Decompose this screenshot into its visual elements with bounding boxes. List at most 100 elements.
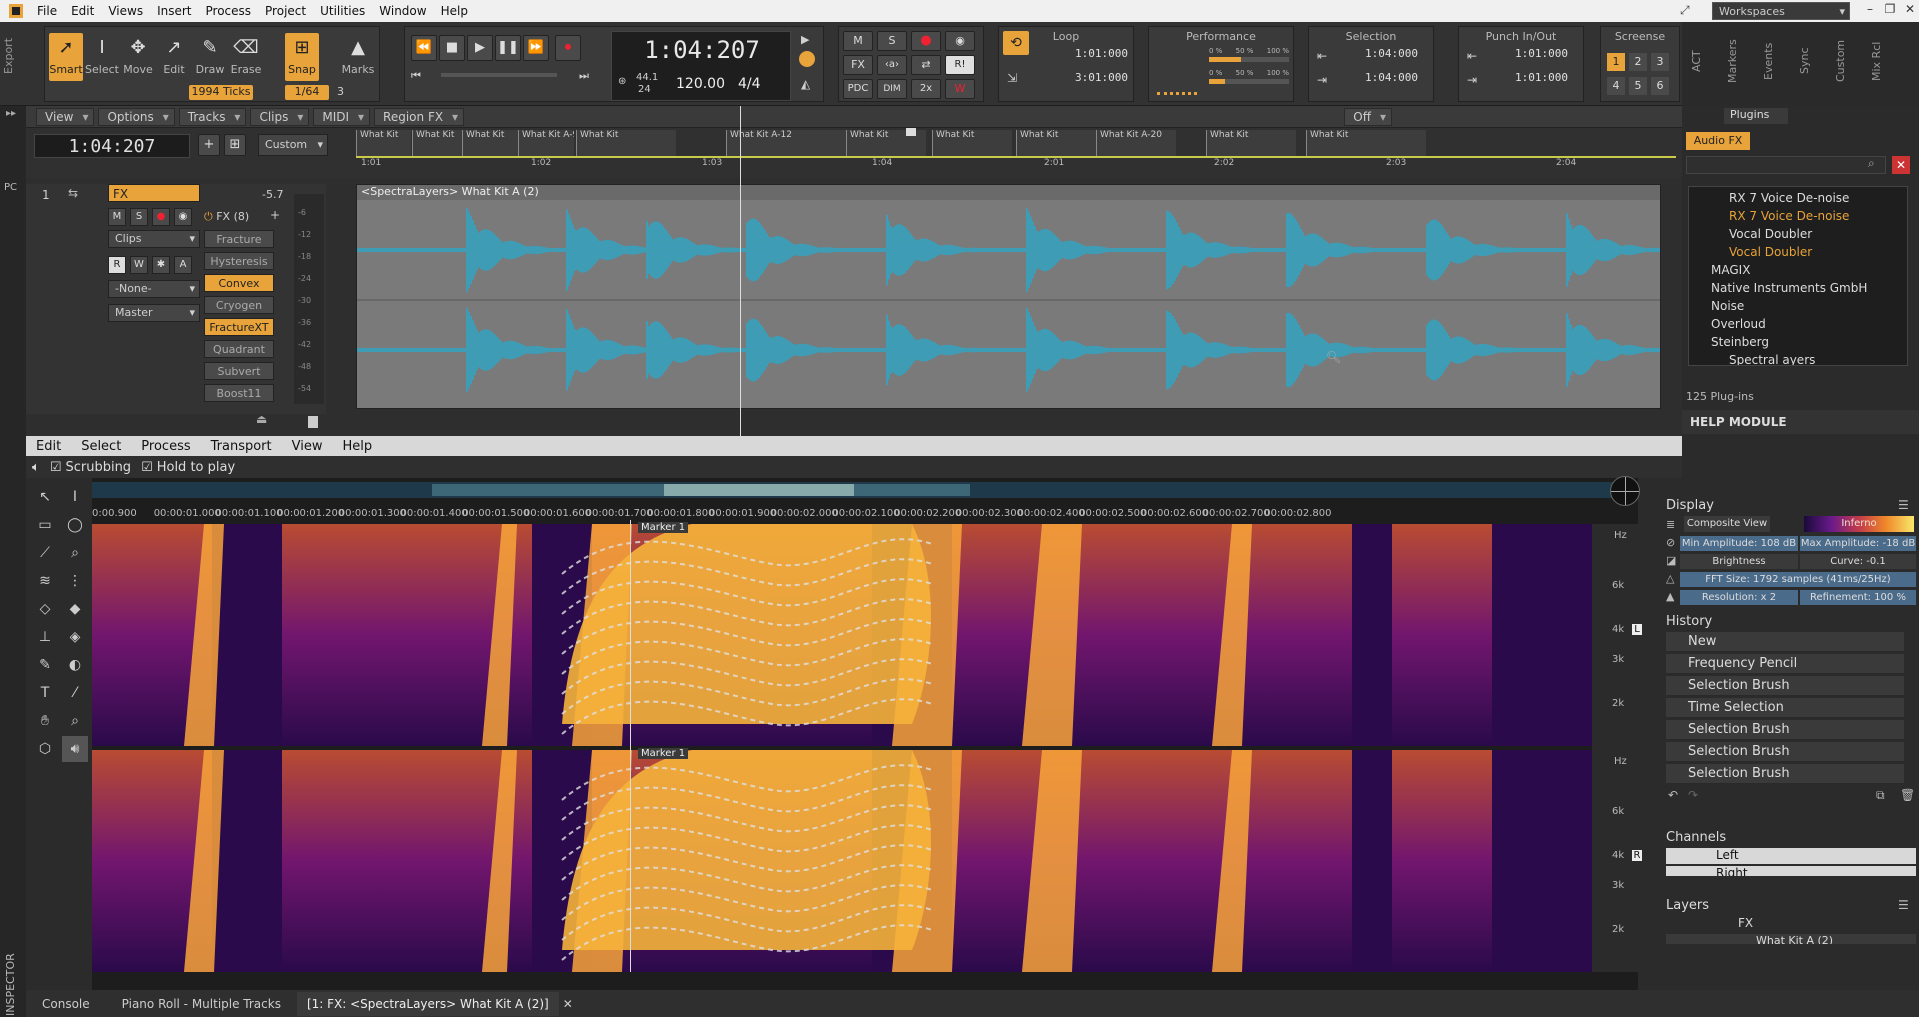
stop-button[interactable]: ■ [439,35,465,61]
midi-menu[interactable]: MIDI [313,107,371,126]
position-slider[interactable] [441,73,557,77]
marks-button[interactable]: ▲ Marks [341,33,375,81]
fx-slot-quadrant[interactable]: Quadrant [204,340,274,358]
marker-label[interactable]: Marker 1 [638,522,689,533]
speaker-icon[interactable]: 🔈︎ [32,460,40,475]
curve-field[interactable]: Curve: -0.1 [1800,554,1916,569]
scrubbing-checkbox[interactable]: ☑ [50,460,62,475]
history-item[interactable]: Selection Brush [1666,764,1904,784]
sl-menu-view[interactable]: View [282,439,333,454]
marker[interactable]: What Kit [1206,130,1296,156]
menu-process[interactable]: Process [199,4,259,18]
fast-forward-button[interactable]: ⏩ [523,35,549,61]
track-mute-button[interactable]: M [108,208,126,226]
menu-insert[interactable]: Insert [150,4,198,18]
max-amplitude-field[interactable]: Max Amplitude: -18 dB [1800,536,1916,551]
layer-fx-row[interactable]: FX [1666,916,1916,932]
eyedropper-icon[interactable]: ⁄ [62,680,88,706]
punch-start[interactable]: 1:01:000 [1515,47,1568,60]
double-speed-button[interactable]: 2x [911,79,941,99]
export-tab[interactable]: Export [2,26,28,86]
expand-left-icon[interactable]: ▸▸ [6,108,16,119]
refinement-field[interactable]: Refinement: 100 % [1800,590,1916,605]
loop-toggle-icon[interactable]: ⟲ [1003,31,1029,55]
inspector-tab[interactable]: INSPECTOR [4,926,22,1016]
tab-spectralayers[interactable]: [1: FX: <SpectraLayers> What Kit A (2)] [296,991,559,1016]
expand-icon[interactable]: ⤢ [1680,3,1690,18]
fill-icon[interactable]: ◈ [62,624,88,650]
marker[interactable]: What Kit [412,130,462,156]
menu-help[interactable]: Help [434,4,475,18]
tab-piano-roll[interactable]: Piano Roll - Multiple Tracks [106,997,297,1011]
punch-in-icon[interactable]: ⇤ [1467,49,1477,63]
input-echo-icon[interactable]: ◉ [945,31,975,51]
help-module-header[interactable]: HELP MODULE [1682,410,1919,434]
brightness-field[interactable]: Brightness [1680,554,1798,569]
copy-icon[interactable]: ⧉ [1876,788,1885,803]
marker[interactable]: What Kit [1016,130,1096,156]
layers-menu-icon[interactable]: ☰ [1898,898,1909,912]
now-marker-icon[interactable] [906,128,916,136]
text-icon[interactable]: T [32,680,58,706]
pdc-button[interactable]: PDC [843,79,873,99]
track-template-icon[interactable]: ⊞ [224,134,246,156]
routing-icon[interactable]: ‹a› [877,55,907,75]
tab-sync[interactable]: Sync [1798,26,1824,96]
loop-end-icon[interactable]: ⇲ [1007,71,1017,85]
smart-tool-button[interactable]: ➚ Smart [49,33,83,81]
fx-slot-cryogen[interactable]: Cryogen [204,296,274,314]
metronome-toggle-icon[interactable]: ◭ [801,77,810,91]
view-menu[interactable]: View [36,107,95,126]
punch-out-icon[interactable]: ⇥ [1467,73,1477,87]
history-item[interactable]: Selection Brush [1666,676,1904,696]
history-item[interactable]: Frequency Pencil [1666,654,1904,674]
move-icon[interactable]: ↖ [32,484,58,510]
selection-start-icon[interactable]: ⇤ [1317,49,1327,63]
pause-button[interactable]: ❚❚ [495,35,521,61]
loop-end[interactable]: 3:01:000 [1075,71,1128,84]
draw-tool-button[interactable]: ✎ Draw [193,33,227,81]
arm-icon[interactable]: ● [911,31,941,51]
dim-button[interactable]: DIM [877,79,907,99]
play-small-icon[interactable]: ▶ [801,33,809,46]
mute-button[interactable]: M [843,31,873,51]
tab-act[interactable]: ACT [1690,26,1716,96]
marker[interactable]: What Kit [932,130,1012,156]
history-item[interactable]: New [1666,632,1904,652]
fx-slot-fracture[interactable]: Fracture [204,230,274,248]
screenset-5[interactable]: 5 [1629,77,1647,95]
view-compass-icon[interactable] [1610,476,1640,506]
playhead[interactable] [630,520,631,972]
output-dropdown[interactable]: Master ▾ [108,304,200,322]
automation-icon[interactable]: ✱ [152,256,170,274]
meter[interactable]: 4/4 [738,76,761,92]
fx-slot-hysteresis[interactable]: Hysteresis [204,252,274,270]
layer-sub-row[interactable]: What Kit A (2) [1666,934,1916,944]
marker-label-2[interactable]: Marker 1 [638,748,689,759]
loop-start[interactable]: 1:01:000 [1075,47,1128,60]
read-all-button[interactable]: R! [945,55,975,75]
fx-slot-fracturext[interactable]: FractureXT [204,318,274,336]
workspaces-dropdown[interactable]: Workspaces ▾ [1712,2,1850,20]
audio-clip[interactable]: <SpectraLayers> What Kit A (2) [356,184,1661,409]
rewind-button[interactable]: ⏪ [411,35,437,61]
menu-project[interactable]: Project [258,4,313,18]
channel-left-row[interactable]: Left [1666,848,1916,864]
pencil-icon[interactable]: ✎ [32,652,58,678]
read-automation-button[interactable]: R [108,256,126,274]
punch-end[interactable]: 1:01:000 [1515,71,1568,84]
clips-dropdown[interactable]: Clips ▾ [108,230,200,248]
overview-selection[interactable] [664,484,854,496]
display-menu-icon[interactable]: ☰ [1898,498,1909,512]
selection-end-icon[interactable]: ⇥ [1317,73,1327,87]
marker[interactable]: What Kit A-20 [1096,130,1176,156]
write-automation-button[interactable]: W [130,256,148,274]
marker[interactable]: What Kit A-12 [726,130,846,156]
tab-events[interactable]: Events [1762,26,1788,96]
composite-view-button[interactable]: Composite View [1684,516,1770,532]
magnifier-icon[interactable]: ⌕ [62,540,88,566]
go-to-end-icon[interactable]: ⏭ [579,69,589,83]
fx-bin-label[interactable]: ⏻ FX (8) [204,210,249,224]
smart-eraser-icon[interactable]: ◆ [62,596,88,622]
write-automation-icon[interactable]: W [945,79,975,99]
